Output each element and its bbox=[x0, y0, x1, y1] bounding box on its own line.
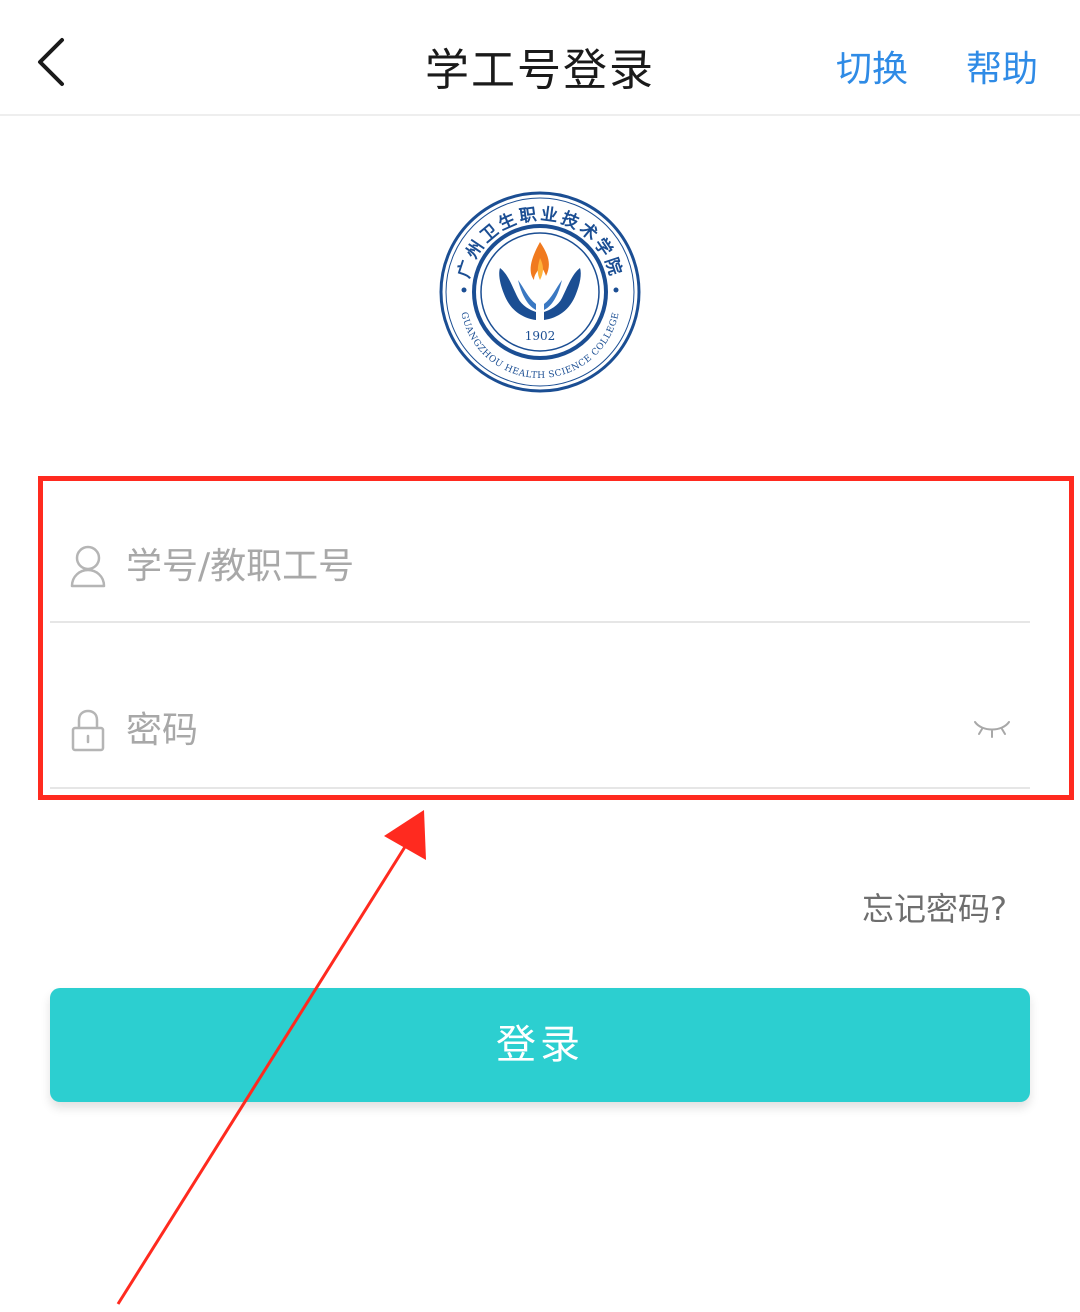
password-field bbox=[50, 692, 1030, 772]
switch-button[interactable]: 切换 bbox=[836, 40, 908, 92]
college-logo: 广州卫生职业技术学院 GUANGZHOU HEALTH SCIENCE COLL… bbox=[438, 190, 642, 394]
login-button[interactable]: 登录 bbox=[50, 988, 1030, 1102]
help-button[interactable]: 帮助 bbox=[966, 40, 1038, 92]
account-field bbox=[50, 528, 1030, 608]
forgot-password-link[interactable]: 忘记密码? bbox=[862, 884, 1007, 930]
eye-closed-icon[interactable] bbox=[972, 714, 1012, 744]
top-bar: 学工号登录 切换 帮助 bbox=[0, 0, 1080, 116]
password-input[interactable] bbox=[126, 702, 986, 758]
svg-text:1902: 1902 bbox=[525, 329, 556, 343]
back-button[interactable] bbox=[30, 30, 80, 94]
divider bbox=[50, 621, 1030, 623]
account-input[interactable] bbox=[126, 538, 986, 594]
chevron-left-icon bbox=[38, 38, 64, 86]
user-icon bbox=[70, 545, 106, 588]
page-title: 学工号登录 bbox=[425, 45, 655, 96]
divider bbox=[50, 787, 1030, 789]
lock-icon bbox=[71, 709, 105, 752]
